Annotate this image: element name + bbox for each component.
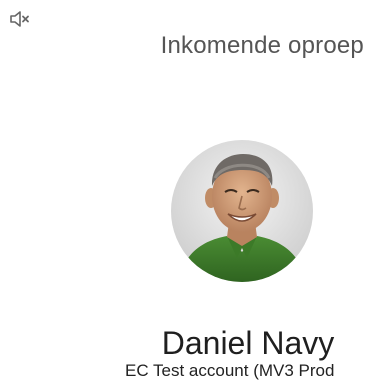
incoming-call-title: Inkomende oproep (160, 32, 364, 59)
caller-photo (171, 140, 313, 282)
mute-toggle-button[interactable] (10, 11, 32, 27)
caller-account: EC Test account (MV3 Prod (125, 361, 335, 380)
volume-muted-icon (10, 11, 29, 27)
caller-name: Daniel Navy (161, 325, 335, 361)
caller-avatar (171, 140, 313, 282)
